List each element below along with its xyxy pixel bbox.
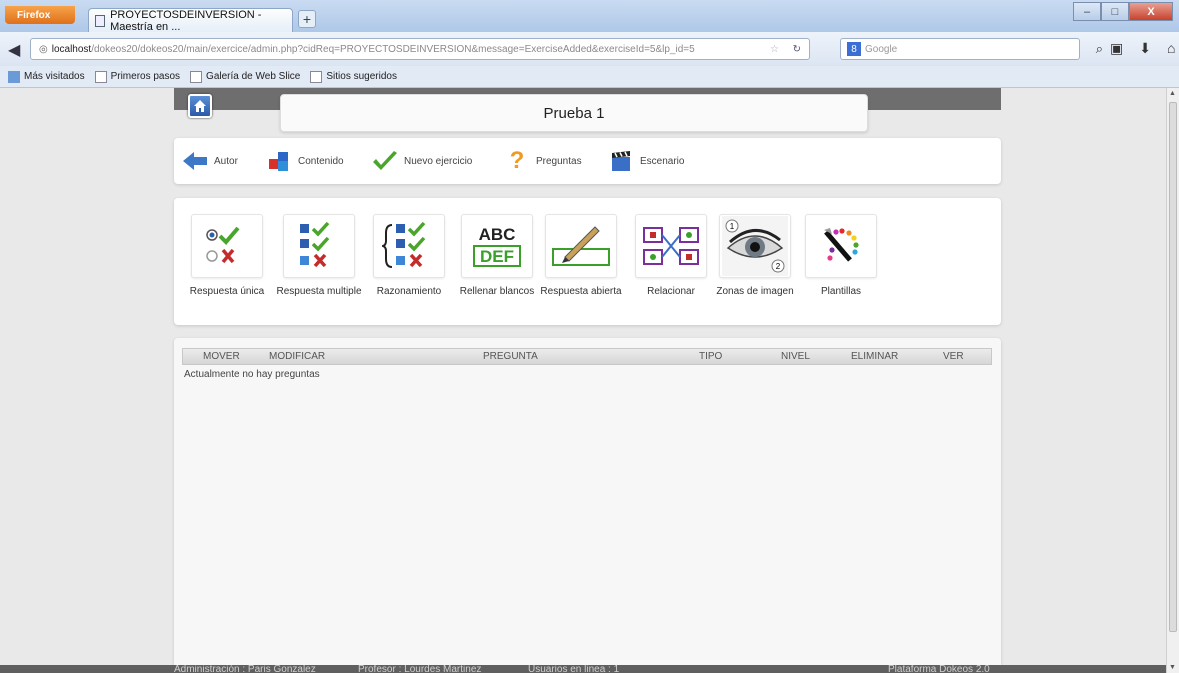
qtype-razonamiento[interactable]: Razonamiento [364,204,454,297]
home-icon[interactable]: ⌂ [1167,40,1175,57]
vertical-scrollbar[interactable]: ▲ ▼ [1166,88,1179,673]
footer-admin: Administración : Paris Gonzalez [174,665,316,673]
reload-icon[interactable]: ↻ [793,44,801,55]
footer-teacher: Profesor : Lourdes Martinez [358,665,482,673]
toolbar-contenido[interactable]: Contenido [266,148,344,174]
scroll-down-icon[interactable]: ▼ [1169,664,1176,671]
qtype-respuesta-abierta[interactable]: Respuesta abierta [536,204,626,297]
palette-icon [824,228,859,262]
pencil-icon [552,226,610,266]
search-placeholder: Google [865,43,898,55]
svg-text:DEF: DEF [480,247,514,266]
qtype-respuesta-multiple[interactable]: Respuesta multiple [274,204,364,297]
svg-text:2: 2 [776,262,781,271]
close-icon[interactable]: X [1129,2,1173,21]
brace-checkbox-icon [382,221,426,268]
svg-text:ABC: ABC [479,225,516,244]
radio-check-icon [206,226,240,264]
col-pregunta: PREGUNTA [483,351,538,362]
toolbar-autor[interactable]: Autor [182,148,238,174]
house-icon [194,100,206,112]
browser-tools: ▣ ⬇ ⌂ [1110,40,1175,57]
toolbar-preguntas[interactable]: ? Preguntas [504,147,582,174]
window-controls: – □ X [1073,2,1173,21]
page-footer: Administración : Paris Gonzalez Profesor… [0,665,1166,673]
toolbar-nuevo-ejercicio[interactable]: Nuevo ejercicio [372,148,472,174]
qtype-relacionar[interactable]: Relacionar [626,204,716,297]
page-title: Prueba 1 [280,94,868,132]
page-favicon-icon [95,14,106,27]
url-bar[interactable]: ◎ localhost /dokeos20/dokeos20/main/exer… [30,38,810,60]
maximize-icon[interactable]: □ [1101,2,1129,21]
tab-title: PROYECTOSDEINVERSION - Maestría en ... [110,8,262,33]
qtype-respuesta-unica[interactable]: Respuesta única [182,204,272,297]
home-button[interactable] [188,94,212,118]
bookmark-sitios-sugeridos[interactable]: Sitios sugeridos [310,70,397,83]
bookmarks-menu-icon[interactable]: ▣ [1110,40,1123,57]
bookmark-mas-visitados[interactable]: Más visitados [8,70,85,83]
abc-def-icon: ABC DEF [473,225,521,267]
footer-platform: Plataforma Dokeos 2.0 [888,665,990,673]
google-icon[interactable]: 8 [847,42,861,56]
download-icon[interactable]: ⬇ [1139,40,1151,57]
col-tipo: TIPO [699,351,723,362]
page-icon [190,70,203,83]
questions-table-panel: MOVER MODIFICAR PREGUNTA TIPO NIVEL ELIM… [174,338,1001,668]
col-ver: VER [943,351,964,362]
page-viewport: Prueba 1 Autor Contenido Nuevo ejercicio… [0,88,1166,673]
back-arrow-icon[interactable]: ◀ [8,40,20,60]
qtype-plantillas[interactable]: Plantillas [796,204,886,297]
question-mark-icon: ? [509,147,525,174]
toolbar-escenario[interactable]: Escenario [608,148,684,174]
svg-text:1: 1 [730,222,735,231]
col-eliminar: ELIMINAR [851,351,899,362]
firefox-menu-button[interactable]: Firefox [5,6,75,24]
browser-tab[interactable]: PROYECTOSDEINVERSION - Maestría en ... [88,8,293,33]
qtype-zonas-de-imagen[interactable]: 12 Zonas de imagen [710,204,800,297]
questions-table-header: MOVER MODIFICAR PREGUNTA TIPO NIVEL ELIM… [182,348,992,365]
browser-titlebar: Firefox PROYECTOSDEINVERSION - Maestría … [0,0,1179,33]
scrollbar-thumb[interactable] [1169,102,1177,632]
arrow-left-icon [183,152,207,170]
site-identity-icon[interactable]: ◎ [39,44,48,55]
blocks-icon [269,152,288,171]
matching-icon [643,227,699,265]
bookmark-galeria-web-slice[interactable]: Galería de Web Slice [190,70,300,83]
col-nivel: NIVEL [781,351,810,362]
course-toolbar: Autor Contenido Nuevo ejercicio ? Pregun… [174,138,1001,184]
bookmark-primeros-pasos[interactable]: Primeros pasos [94,70,180,83]
checkmark-icon [373,151,397,170]
url-host: localhost [51,43,92,55]
url-path: /dokeos20/dokeos20/main/exercice/admin.p… [91,43,695,55]
page-icon [310,70,323,83]
page-icon [94,70,107,83]
search-input[interactable]: 8 Google ⌕ [840,38,1103,60]
search-icon[interactable]: ⌕ [1096,41,1103,57]
checkbox-check-icon [300,221,330,268]
footer-online: Usuarios en linea : 1 [528,665,620,673]
new-tab-button[interactable]: + [298,10,316,28]
bookmark-star-icon[interactable]: ☆ [770,44,779,55]
bookmarks-bar: Más visitados Primeros pasos Galería de … [0,66,1179,88]
question-types-panel: Respuesta única Respuesta multiple Razon… [174,198,1001,325]
minimize-icon[interactable]: – [1073,2,1101,21]
clapperboard-icon [612,151,630,171]
eye-icon: 12 [722,216,788,276]
empty-questions-message: Actualmente no hay preguntas [184,369,320,380]
col-mover: MOVER [203,351,240,362]
scroll-up-icon[interactable]: ▲ [1169,90,1176,97]
bookmark-folder-icon [8,70,20,83]
col-modificar: MODIFICAR [269,351,326,362]
qtype-rellenar-blancos[interactable]: ABC DEF Rellenar blancos [452,204,542,297]
browser-navbar: ◀ ◎ localhost /dokeos20/dokeos20/main/ex… [0,32,1179,67]
